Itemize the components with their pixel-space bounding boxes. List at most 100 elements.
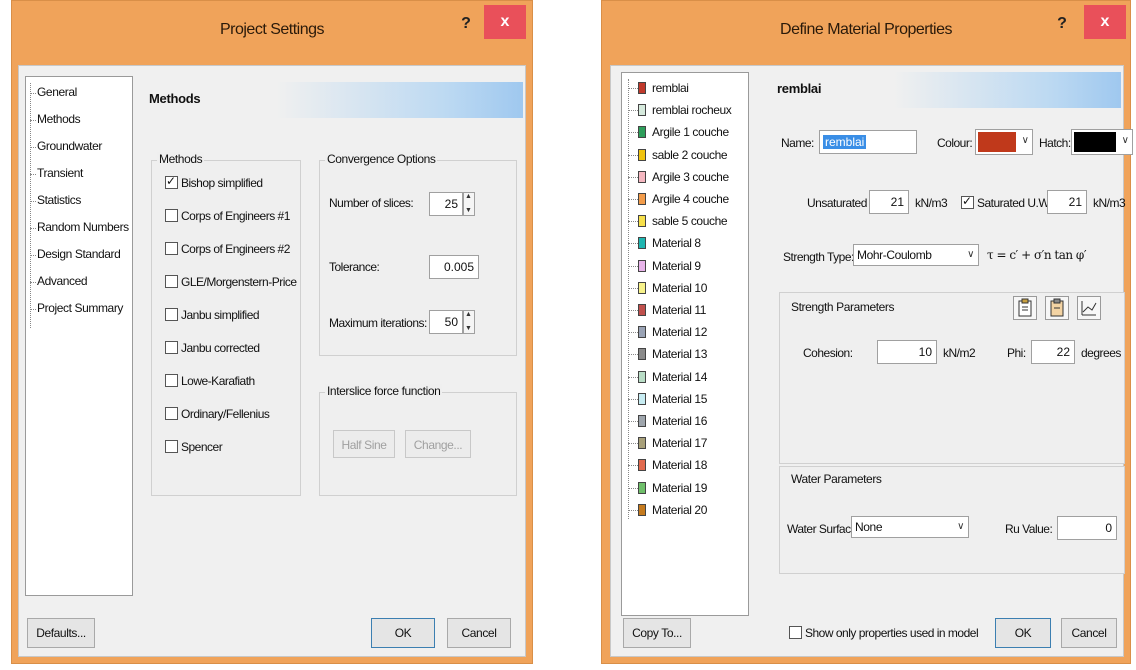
cancel-button[interactable]: Cancel — [447, 618, 511, 648]
material-color-swatch — [638, 259, 646, 272]
material-color-swatch — [638, 392, 646, 405]
material-color-swatch — [638, 304, 646, 316]
water-surface-select[interactable]: None ∨ — [851, 516, 969, 538]
method-label: Corps of Engineers #2 — [181, 242, 290, 256]
ru-label: Ru Value: — [1005, 522, 1053, 536]
phi-input[interactable]: 22 — [1031, 340, 1075, 364]
material-item[interactable]: sable 5 couche — [652, 214, 728, 228]
tree-branch — [628, 287, 638, 289]
name-label: Name: — [781, 136, 814, 150]
method-checkbox[interactable] — [165, 407, 178, 420]
chevron-down-icon: ∨ — [967, 249, 974, 260]
material-color-swatch — [638, 104, 646, 117]
material-item[interactable]: Material 9 — [652, 259, 701, 273]
slices-input[interactable]: 25 — [429, 192, 463, 216]
unsat-input[interactable]: 21 — [869, 190, 909, 214]
method-checkbox[interactable] — [165, 275, 178, 288]
iterations-input[interactable]: 50 — [429, 310, 463, 334]
method-label: Spencer — [181, 440, 223, 454]
nav-item-general[interactable]: General — [37, 85, 77, 99]
material-item[interactable]: Material 16 — [652, 414, 707, 428]
colour-picker[interactable]: ∨ — [975, 129, 1033, 155]
method-checkbox[interactable] — [165, 440, 178, 453]
material-item[interactable]: Argile 1 couche — [652, 125, 729, 139]
material-item[interactable]: Material 15 — [652, 392, 707, 406]
tree-branch — [628, 88, 638, 89]
colour-swatch — [978, 132, 1016, 152]
material-item[interactable]: Material 19 — [652, 481, 707, 495]
material-item[interactable]: Material 14 — [652, 370, 707, 384]
defaults-button[interactable]: Defaults... — [27, 618, 95, 648]
cancel-button[interactable]: Cancel — [1061, 618, 1117, 648]
show-only-checkbox[interactable] — [789, 626, 802, 639]
sat-unit: kN/m3 — [1093, 196, 1126, 210]
tree-branch — [628, 154, 638, 156]
material-item[interactable]: Material 12 — [652, 325, 707, 339]
slices-label: Number of slices: — [329, 196, 414, 210]
method-checkbox[interactable] — [165, 374, 178, 387]
show-only-label: Show only properties used in model — [805, 626, 979, 640]
tree-branch — [30, 174, 36, 175]
help-button[interactable]: ? — [1050, 9, 1074, 39]
ok-button[interactable]: OK — [371, 618, 435, 648]
method-checkbox[interactable] — [165, 341, 178, 354]
nav-item-project-summary[interactable]: Project Summary — [37, 301, 123, 315]
nav-item-methods[interactable]: Methods — [37, 112, 81, 126]
copy-to-button[interactable]: Copy To... — [623, 618, 691, 648]
saturated-checkbox[interactable] — [961, 194, 974, 209]
material-item[interactable]: Material 11 — [652, 303, 706, 317]
ok-button[interactable]: OK — [995, 618, 1051, 648]
ru-input[interactable]: 0 — [1057, 516, 1117, 540]
paste-icon[interactable] — [1013, 296, 1037, 320]
help-button[interactable]: ? — [454, 9, 478, 39]
material-item[interactable]: Material 18 — [652, 458, 707, 472]
material-item[interactable]: Material 10 — [652, 281, 707, 295]
method-checkbox[interactable] — [165, 308, 178, 321]
material-item[interactable]: Material 17 — [652, 436, 707, 450]
method-checkbox[interactable] — [165, 174, 178, 189]
nav-item-design-standard[interactable]: Design Standard — [37, 247, 121, 261]
material-item[interactable]: Argile 4 couche — [652, 192, 729, 206]
material-item[interactable]: remblai rocheux — [652, 103, 732, 117]
nav-item-advanced[interactable]: Advanced — [37, 274, 88, 288]
iterations-spinner[interactable] — [463, 310, 475, 334]
strength-type-select[interactable]: Mohr-Coulomb ∨ — [853, 244, 979, 266]
clipboard-icon[interactable] — [1045, 296, 1069, 320]
settings-nav-tree: General Methods Groundwater Transient Statis… — [25, 76, 133, 596]
chart-icon[interactable] — [1077, 296, 1101, 320]
material-item[interactable]: Material 8 — [652, 236, 701, 250]
water-parameters-label: Water Parameters — [789, 472, 884, 486]
tree-branch — [628, 243, 638, 245]
nav-item-transient[interactable]: Transient — [37, 166, 83, 180]
material-color-swatch — [638, 370, 646, 383]
interslice-group-label: Interslice force function — [325, 384, 443, 398]
name-input[interactable]: remblai — [819, 130, 917, 154]
half-sine-button[interactable]: Half Sine — [333, 430, 395, 458]
tree-branch — [628, 332, 638, 334]
material-item[interactable]: Material 20 — [652, 503, 707, 517]
method-checkbox[interactable] — [165, 242, 178, 255]
tree-branch — [30, 120, 36, 121]
cohesion-input[interactable]: 10 — [877, 340, 937, 364]
strength-parameters-group — [779, 292, 1125, 464]
nav-item-groundwater[interactable]: Groundwater — [37, 139, 102, 153]
change-button[interactable]: Change... — [405, 430, 471, 458]
nav-item-statistics[interactable]: Statistics — [37, 193, 81, 207]
close-button[interactable]: x — [1084, 5, 1126, 39]
client-area: General Methods Groundwater Transient Statis… — [18, 65, 526, 657]
method-checkbox[interactable] — [165, 209, 178, 222]
sat-input[interactable]: 21 — [1047, 190, 1087, 214]
material-item[interactable]: remblai — [652, 81, 689, 95]
material-item[interactable]: Argile 3 couche — [652, 170, 729, 184]
close-button[interactable]: x — [484, 5, 526, 39]
tolerance-input[interactable]: 0.005 — [429, 255, 479, 279]
material-item[interactable]: Material 13 — [652, 347, 707, 361]
tree-branch — [30, 282, 36, 283]
hatch-picker[interactable]: ∨ — [1071, 129, 1133, 155]
material-item[interactable]: sable 2 couche — [652, 148, 728, 162]
nav-item-random-numbers[interactable]: Random Numbers — [37, 220, 129, 234]
material-color-swatch — [638, 281, 646, 294]
material-color-swatch — [638, 503, 646, 516]
tree-branch — [628, 398, 638, 400]
slices-spinner[interactable] — [463, 192, 475, 216]
